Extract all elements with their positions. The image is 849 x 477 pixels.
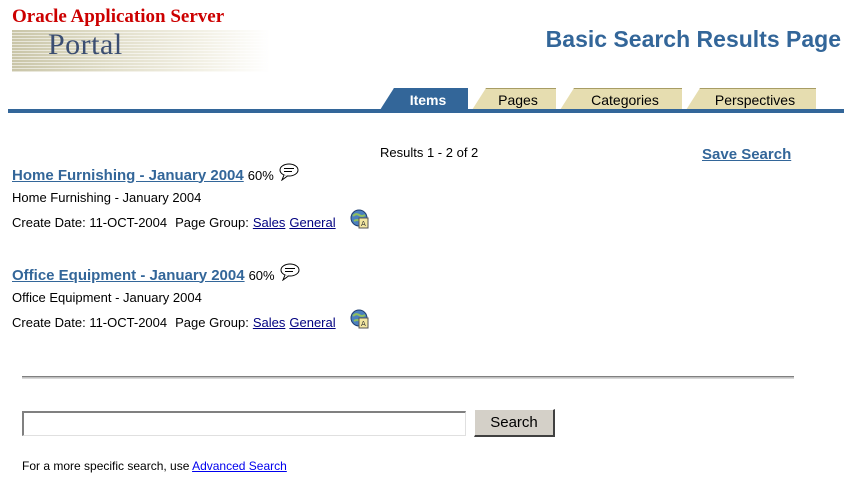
logo-portal-text: Portal [48, 28, 123, 61]
hint-text: For a more specific search, use [22, 459, 193, 473]
search-result: Office Equipment - January 2004 60% Offi… [12, 263, 572, 332]
page-group-label: Page Group: [175, 215, 249, 230]
speech-bubble-icon[interactable] [279, 263, 301, 282]
save-search-link[interactable]: Save Search [702, 146, 791, 163]
globe-document-icon[interactable]: A [350, 309, 370, 329]
page-title: Basic Search Results Page [545, 26, 841, 52]
globe-document-icon[interactable]: A [350, 209, 370, 229]
advanced-search-hint: For a more specific search, use Advanced… [22, 459, 287, 473]
results-count: Results 1 - 2 of 2 [380, 145, 479, 160]
search-input[interactable] [22, 411, 466, 436]
relevance-score: 60% [248, 267, 275, 283]
result-title-link[interactable]: Office Equipment - January 2004 [12, 267, 245, 284]
tab-underline [8, 109, 844, 113]
page-group-link-general[interactable]: General [289, 314, 335, 332]
result-title-link[interactable]: Home Furnishing - January 2004 [12, 167, 244, 184]
result-description: Office Equipment - January 2004 [12, 290, 202, 305]
speech-bubble-icon[interactable] [278, 163, 300, 182]
page-group-link-general[interactable]: General [289, 214, 335, 232]
tab-bar: Items Pages Categories Perspectives [380, 88, 820, 110]
search-result: Home Furnishing - January 2004 60% Home … [12, 163, 572, 232]
search-button[interactable]: Search [474, 409, 555, 437]
divider [22, 376, 794, 379]
svg-text:A: A [361, 220, 366, 228]
logo-oracle-text: Oracle Application Server [12, 6, 225, 27]
tab-categories[interactable]: Categories [560, 88, 682, 110]
svg-text:A: A [361, 320, 366, 328]
result-meta: Create Date: 11-OCT-2004 Page Group: Sal… [12, 209, 572, 232]
create-date: Create Date: 11-OCT-2004 [12, 215, 168, 230]
create-date: Create Date: 11-OCT-2004 [12, 315, 168, 330]
tab-perspectives[interactable]: Perspectives [686, 88, 816, 110]
advanced-search-link[interactable]: Advanced Search [192, 459, 287, 473]
relevance-score: 60% [247, 167, 274, 183]
tab-items[interactable]: Items [380, 88, 468, 110]
page-group-label: Page Group: [175, 315, 249, 330]
result-description: Home Furnishing - January 2004 [12, 190, 202, 205]
portal-logo: Oracle Application Server Portal [12, 6, 272, 72]
result-meta: Create Date: 11-OCT-2004 Page Group: Sal… [12, 309, 572, 332]
tab-pages[interactable]: Pages [472, 88, 556, 110]
page-group-link-sales[interactable]: Sales [253, 314, 286, 332]
page-group-link-sales[interactable]: Sales [253, 214, 286, 232]
